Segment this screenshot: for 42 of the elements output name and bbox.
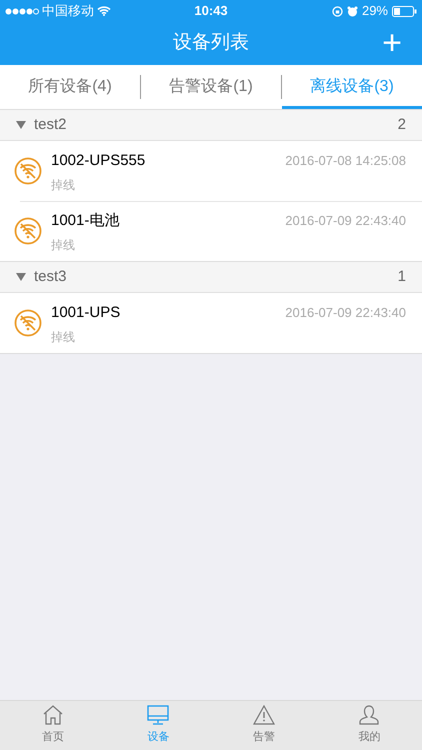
wifi-off-icon	[14, 157, 42, 185]
warning-icon	[252, 705, 275, 726]
device-name: 1002-UPS555	[51, 150, 146, 171]
device-status: 掉线	[51, 177, 75, 194]
filter-tab[interactable]: 所有设备(4)	[0, 65, 140, 109]
group-header[interactable]: test3 1	[0, 262, 422, 293]
group-name: test2	[34, 114, 68, 135]
caret-down-icon	[16, 272, 26, 282]
filter-tab[interactable]: 告警设备(1)	[141, 65, 281, 109]
group-header[interactable]: test2 2	[0, 110, 422, 141]
group-count: 1	[398, 266, 406, 287]
tab-bar-item[interactable]: 首页	[0, 701, 106, 750]
device-row[interactable]: 1002-UPS555 2016-07-08 14:25:08 掉线	[0, 141, 422, 201]
battery-icon	[392, 6, 417, 16]
clock-time: 10:43	[194, 2, 228, 20]
device-status: 掉线	[51, 329, 75, 346]
device-name: 1001-电池	[51, 210, 120, 231]
tab-bar-item[interactable]: 告警	[211, 701, 316, 750]
wifi-off-icon	[14, 309, 42, 337]
monitor-icon	[147, 705, 170, 726]
wifi-icon	[97, 6, 111, 16]
timestamp: 2016-07-09 22:43:40	[285, 304, 406, 322]
signal-icon	[5, 8, 39, 14]
device-row[interactable]: 1001-电池 2016-07-09 22:43:40 掉线	[0, 201, 422, 261]
page-title: 设备列表	[173, 31, 249, 56]
rotation-lock-icon	[332, 6, 343, 16]
group-name: test3	[34, 266, 68, 287]
home-icon	[42, 705, 64, 726]
tab-bar-item[interactable]: 设备	[106, 701, 211, 750]
timestamp: 2016-07-09 22:43:40	[285, 212, 406, 230]
carrier-name: 中国移动	[42, 2, 94, 20]
add-button[interactable]: +	[382, 26, 402, 60]
timestamp: 2016-07-08 14:25:08	[285, 152, 406, 170]
device-name: 1001-UPS	[51, 302, 120, 323]
caret-down-icon	[16, 120, 26, 130]
wifi-off-icon	[14, 217, 42, 245]
device-row[interactable]: 1001-UPS 2016-07-09 22:43:40 掉线	[0, 293, 422, 353]
device-status: 掉线	[51, 237, 75, 254]
group-count: 2	[398, 114, 406, 135]
person-icon	[358, 705, 380, 726]
battery-percent: 29%	[362, 2, 388, 20]
tab-bar-item[interactable]: 我的	[316, 701, 422, 750]
